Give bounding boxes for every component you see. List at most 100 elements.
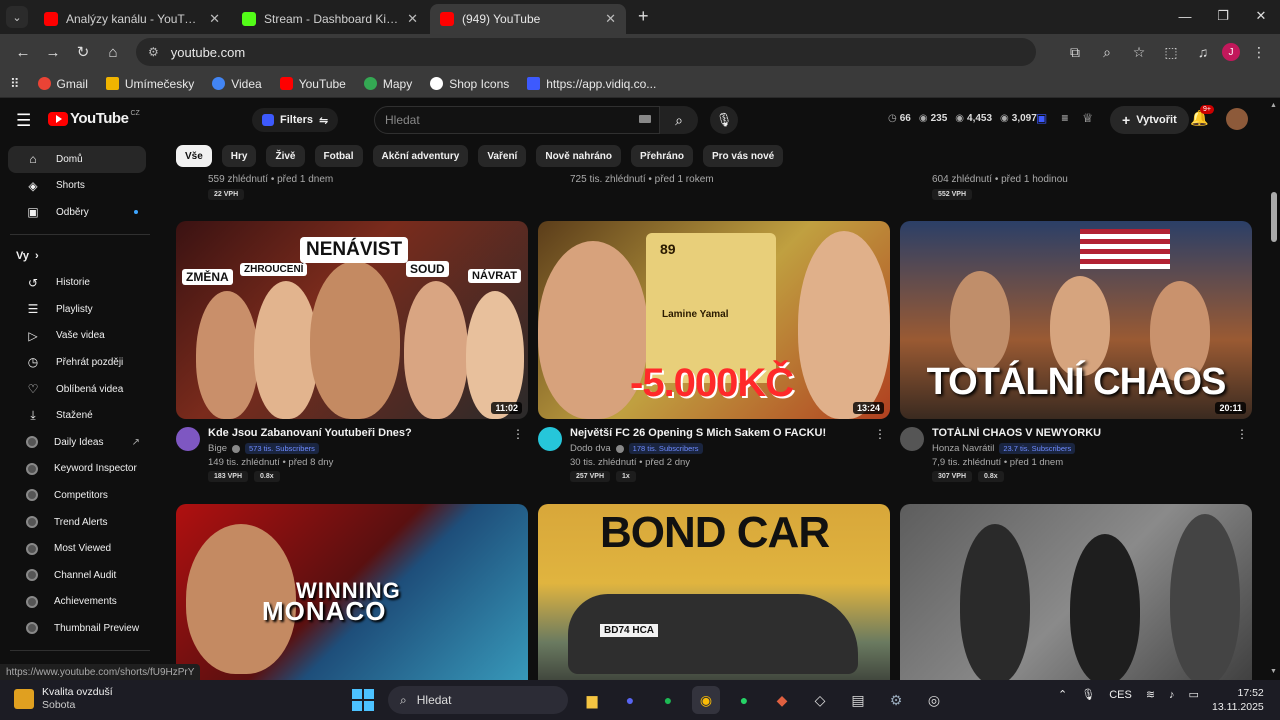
channel-avatar[interactable] bbox=[176, 427, 200, 451]
sidebar-item-daily-ideas[interactable]: Daily Ideas ↗ bbox=[8, 429, 146, 456]
bookmark-mapy[interactable]: Mapy bbox=[363, 77, 412, 91]
minimize-icon[interactable]: — bbox=[1166, 0, 1204, 32]
scrollbar-thumb[interactable] bbox=[1271, 192, 1277, 242]
sidebar-item-subscriptions[interactable]: ▣ Odběry bbox=[8, 199, 146, 226]
epic-games-icon[interactable]: ▤ bbox=[844, 686, 872, 714]
sidebar-item-thumbnail-preview[interactable]: Thumbnail Preview bbox=[8, 615, 146, 642]
sidebar-item-history[interactable]: ↺ Historie bbox=[8, 269, 146, 296]
video-thumbnail[interactable]: NENÁVIST ZMĚNA ZHROUCENÍ SOUD NÁVRAT 11:… bbox=[176, 221, 528, 419]
site-settings-icon[interactable]: ⚙ bbox=[148, 45, 159, 59]
bookmark-youtube[interactable]: YouTube bbox=[279, 77, 346, 91]
channel-avatar[interactable] bbox=[900, 427, 924, 451]
more-actions-icon[interactable]: ⋮ bbox=[874, 427, 886, 441]
page-scrollbar[interactable]: ▲ ▼ bbox=[1268, 100, 1280, 680]
obs-icon[interactable]: ◎ bbox=[920, 686, 948, 714]
sidebar-item-shorts[interactable]: ◈ Shorts bbox=[8, 173, 146, 200]
input-language[interactable]: CES bbox=[1109, 689, 1132, 701]
sidebar-item-channel-audit[interactable]: Channel Audit bbox=[8, 562, 146, 589]
weather-widget[interactable]: Kvalita ovzduší Sobota bbox=[14, 686, 113, 712]
close-tab-icon[interactable]: ✕ bbox=[209, 11, 220, 27]
vidiq-toggle-icon[interactable]: ▣ bbox=[1036, 111, 1047, 125]
url-field[interactable]: ⚙ youtube.com bbox=[136, 38, 1036, 66]
create-button[interactable]: + Vytvořit bbox=[1110, 106, 1189, 134]
video-title[interactable]: Největší FC 26 Opening S Mich Sakem O FA… bbox=[570, 427, 870, 439]
video-card[interactable]: WINNING MONACO bbox=[176, 504, 528, 680]
guide-menu-icon[interactable]: ☰ bbox=[16, 111, 31, 131]
vidiq-filters-button[interactable]: Filters ⇋ bbox=[252, 108, 339, 132]
channel-name[interactable]: Honza Navrátil bbox=[932, 443, 994, 454]
scroll-down-icon[interactable]: ▼ bbox=[1270, 668, 1277, 675]
new-tab-button[interactable]: + bbox=[638, 6, 649, 27]
sidebar-item-your-videos[interactable]: ▷ Vaše videa bbox=[8, 323, 146, 350]
trophy-icon[interactable]: ♕ bbox=[1082, 111, 1093, 125]
chip-new-to-you[interactable]: Pro vás nové bbox=[702, 145, 784, 167]
voice-search-button[interactable]: 🎙 bbox=[710, 106, 738, 134]
file-explorer-icon[interactable]: ▆ bbox=[578, 686, 606, 714]
roblox-icon[interactable]: ◇ bbox=[806, 686, 834, 714]
media-control-icon[interactable]: ♫ bbox=[1190, 39, 1216, 65]
keyboard-icon[interactable] bbox=[639, 115, 651, 123]
browser-tab-youtube[interactable]: (949) YouTube ✕ bbox=[430, 4, 626, 34]
chevron-up-icon[interactable]: ⌃ bbox=[1058, 688, 1067, 701]
channel-name[interactable]: Bige bbox=[208, 443, 227, 454]
reload-icon[interactable]: ↻ bbox=[68, 38, 98, 66]
video-card[interactable]: BOND CAR BD74 HCA bbox=[538, 504, 890, 680]
sidebar-item-playlists[interactable]: ☰ Playlisty bbox=[8, 296, 146, 323]
search-button[interactable]: ⌕ bbox=[660, 106, 698, 134]
settings-gear-icon[interactable]: ⚙ bbox=[882, 686, 910, 714]
profile-avatar[interactable]: J bbox=[1222, 43, 1240, 61]
video-title[interactable]: TOTÁLNÍ CHAOS V NEWYORKU bbox=[932, 427, 1232, 439]
video-card[interactable]: TOTÁLNÍ CHAOS 20:11 TOTÁLNÍ CHAOS V NEWY… bbox=[900, 221, 1252, 487]
mic-icon[interactable]: 🎙 bbox=[1081, 688, 1095, 701]
taskbar-search[interactable]: ⌕ Hledat bbox=[388, 686, 568, 714]
bookmark-videa[interactable]: Videa bbox=[212, 77, 262, 91]
video-thumbnail[interactable]: 89 Lamine Yamal -5.000KČ 13:24 bbox=[538, 221, 890, 419]
zoom-icon[interactable]: ⌕ bbox=[1094, 39, 1120, 65]
video-card[interactable]: NENÁVIST ZMĚNA ZHROUCENÍ SOUD NÁVRAT 11:… bbox=[176, 221, 528, 487]
sidebar-item-downloads[interactable]: ⤓ Stažené bbox=[8, 402, 146, 429]
taskbar-clock[interactable]: 17:52 13.11.2025 bbox=[1212, 686, 1264, 714]
more-actions-icon[interactable]: ⋮ bbox=[512, 427, 524, 441]
close-window-icon[interactable]: ✕ bbox=[1242, 0, 1280, 32]
chip-all[interactable]: Vše bbox=[176, 145, 212, 167]
youtube-logo[interactable]: YouTube CZ bbox=[48, 110, 140, 127]
sidebar-item-achievements[interactable]: Achievements bbox=[8, 589, 146, 616]
chip-action-adventure[interactable]: Akční adventury bbox=[372, 145, 469, 167]
extensions-icon[interactable]: ⬚ bbox=[1158, 39, 1184, 65]
forward-icon[interactable]: → bbox=[38, 38, 68, 66]
windows-start-icon[interactable] bbox=[352, 689, 374, 711]
discord-icon[interactable]: ● bbox=[616, 686, 644, 714]
bookmark-shop-icons[interactable]: Shop Icons bbox=[430, 77, 509, 91]
list-icon[interactable]: ≡ bbox=[1061, 111, 1068, 125]
install-app-icon[interactable]: ⧉ bbox=[1062, 39, 1088, 65]
account-avatar[interactable] bbox=[1226, 108, 1248, 130]
battery-icon[interactable]: ▭ bbox=[1189, 688, 1199, 701]
chip-watched[interactable]: Přehráno bbox=[631, 145, 693, 167]
video-thumbnail[interactable]: TOTÁLNÍ CHAOS 20:11 bbox=[900, 221, 1252, 419]
chip-live[interactable]: Živě bbox=[266, 145, 305, 167]
sidebar-item-trend-alerts[interactable]: Trend Alerts bbox=[8, 509, 146, 536]
davinci-icon[interactable]: ◆ bbox=[768, 686, 796, 714]
chip-football[interactable]: Fotbal bbox=[314, 145, 363, 167]
search-input[interactable]: Hledat bbox=[374, 106, 660, 134]
apps-grid-icon[interactable]: ⠿ bbox=[10, 76, 20, 92]
video-thumbnail[interactable]: WINNING MONACO bbox=[176, 504, 528, 680]
bookmark-vidiq[interactable]: https://app.vidiq.co... bbox=[527, 77, 656, 91]
chrome-icon[interactable]: ◉ bbox=[692, 686, 720, 714]
video-card[interactable]: 89 Lamine Yamal -5.000KČ 13:24 Největší … bbox=[538, 221, 890, 487]
sidebar-item-competitors[interactable]: Competitors bbox=[8, 482, 146, 509]
close-tab-icon[interactable]: ✕ bbox=[605, 11, 616, 27]
more-actions-icon[interactable]: ⋮ bbox=[1236, 427, 1248, 441]
video-thumbnail[interactable]: BOND CAR BD74 HCA bbox=[538, 504, 890, 680]
channel-name[interactable]: Dodo dva bbox=[570, 443, 611, 454]
restore-icon[interactable]: ❐ bbox=[1204, 0, 1242, 32]
sidebar-item-home[interactable]: ⌂ Domů bbox=[8, 146, 146, 173]
tab-search-button[interactable]: ⌄ bbox=[6, 6, 28, 28]
sidebar-item-most-viewed[interactable]: Most Viewed bbox=[8, 535, 146, 562]
sidebar-item-liked[interactable]: ♡ Oblíbená videa bbox=[8, 376, 146, 403]
bookmark-gmail[interactable]: Gmail bbox=[37, 77, 88, 91]
chip-games[interactable]: Hry bbox=[221, 145, 257, 167]
close-tab-icon[interactable]: ✕ bbox=[407, 11, 418, 27]
channel-avatar[interactable] bbox=[538, 427, 562, 451]
back-icon[interactable]: ← bbox=[8, 38, 38, 66]
